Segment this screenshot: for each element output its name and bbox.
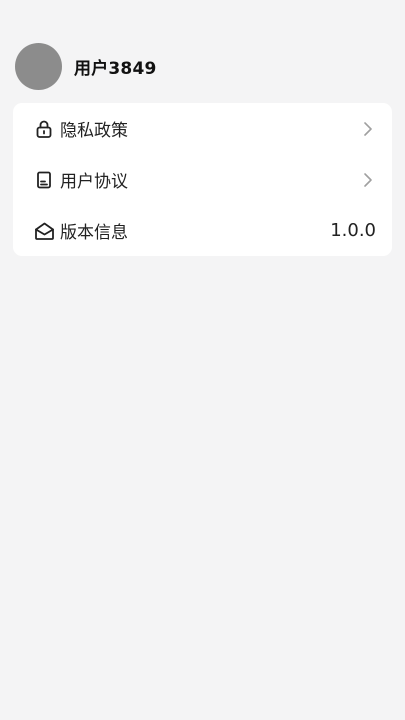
username: 用户3849 (74, 58, 157, 79)
menu-item-label: 用户协议 (60, 172, 128, 192)
menu-item-user-agreement[interactable]: 用户协议 (13, 154, 392, 205)
envelope-open-icon (33, 220, 55, 242)
settings-card: 隐私政策 用户协议 版本信息 1.0.0 (13, 103, 392, 256)
chevron-right-icon (362, 172, 374, 188)
profile-header[interactable]: 用户3849 (15, 42, 157, 90)
menu-item-privacy-policy[interactable]: 隐私政策 (13, 103, 392, 154)
settings-screen: 用户3849 隐私政策 用户协议 版本信息 1.0.0 (0, 0, 405, 720)
lock-icon (33, 118, 55, 140)
avatar[interactable] (15, 42, 62, 90)
document-icon (33, 169, 55, 191)
menu-item-version-info[interactable]: 版本信息 1.0.0 (13, 205, 392, 256)
menu-item-label: 版本信息 (60, 223, 128, 243)
chevron-right-icon (362, 121, 374, 137)
version-value: 1.0.0 (330, 220, 376, 241)
menu-item-label: 隐私政策 (60, 121, 128, 141)
